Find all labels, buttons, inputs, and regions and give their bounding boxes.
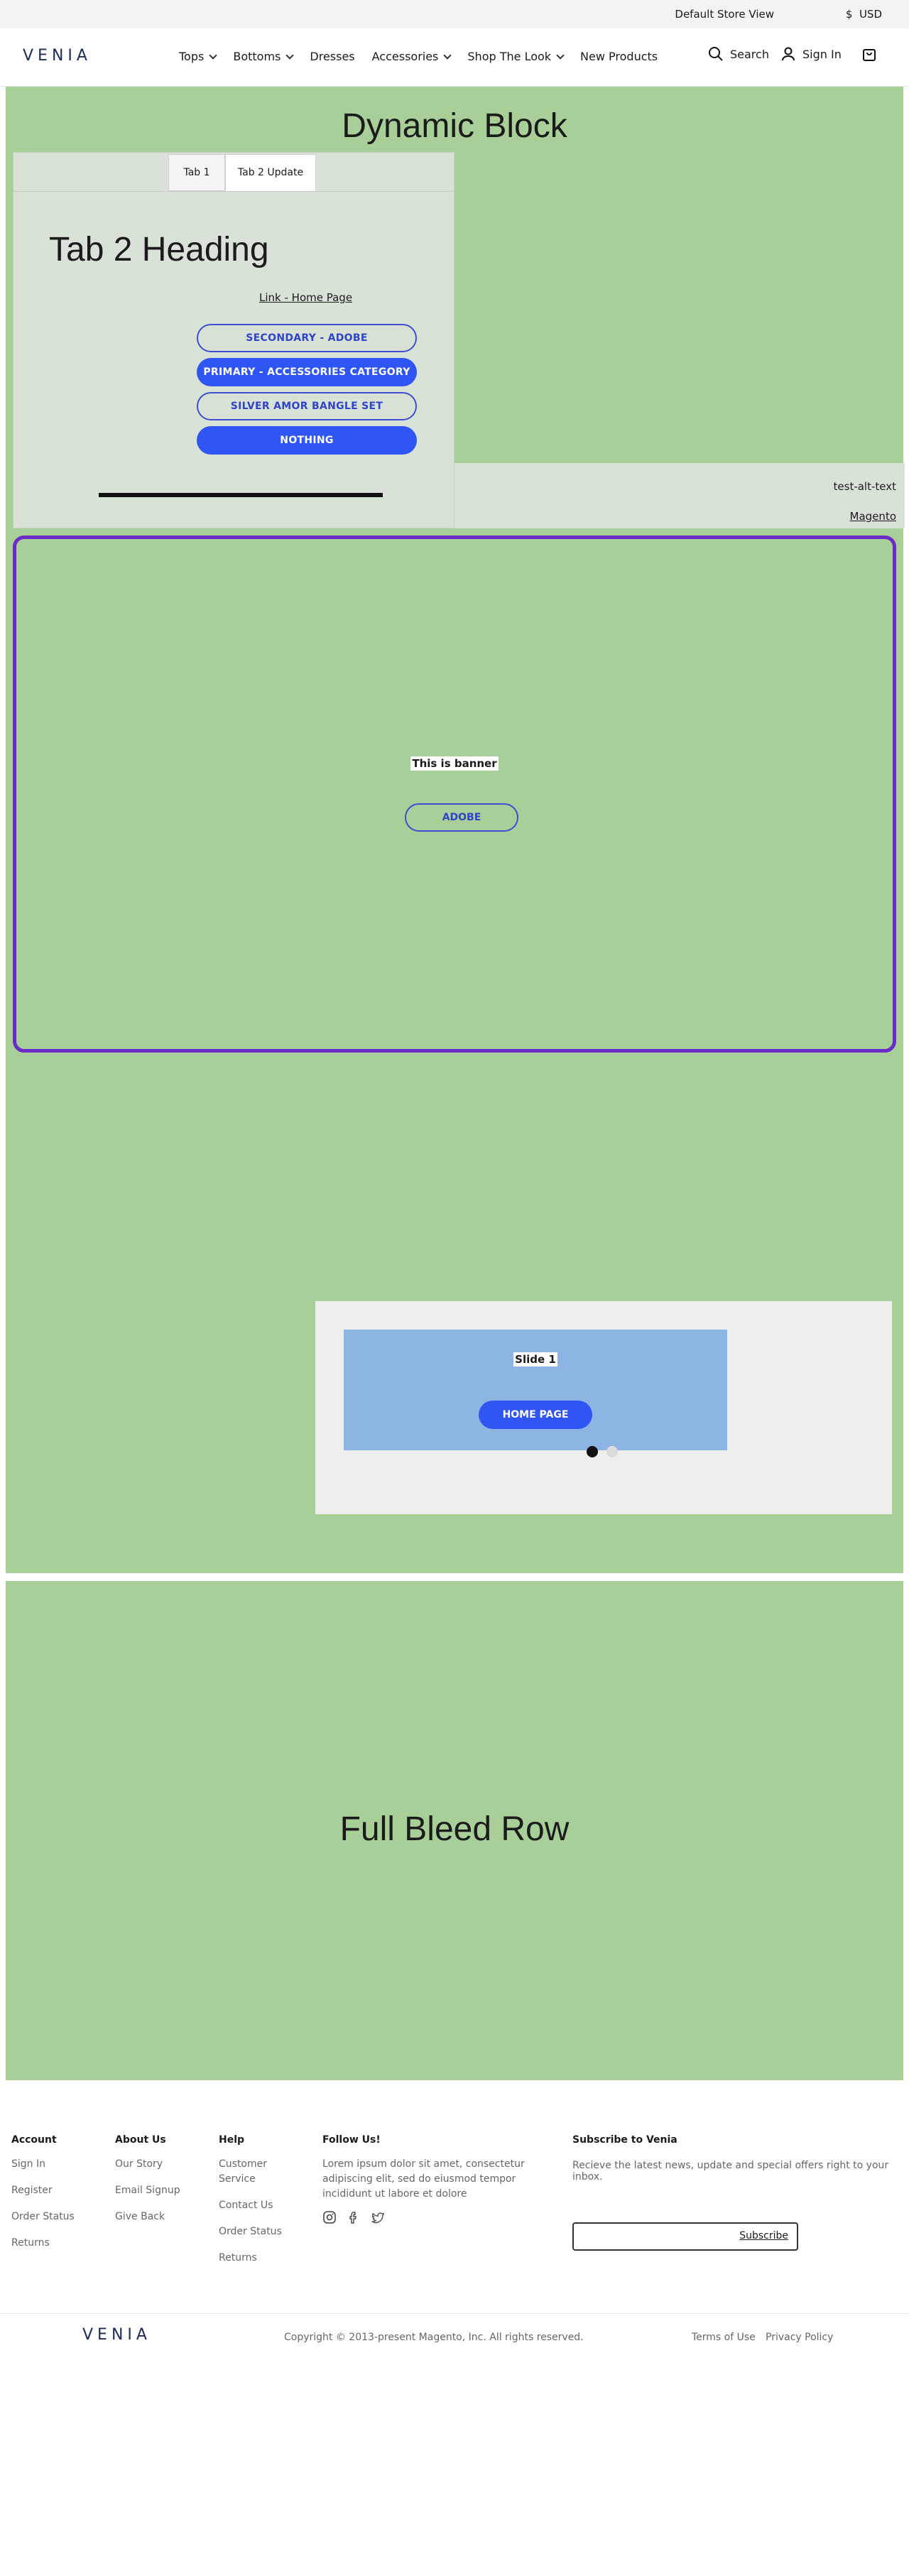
tab-heading: Tab 2 Heading bbox=[49, 231, 269, 268]
currency-symbol: $ bbox=[845, 8, 853, 21]
footer-about: About Us Our Story Email Signup Give Bac… bbox=[115, 2134, 180, 2236]
magento-link[interactable]: Magento bbox=[850, 510, 896, 523]
nav-item-accessories[interactable]: Accessories bbox=[371, 50, 452, 63]
social-links bbox=[322, 2210, 528, 2224]
footer-help: Help Customer Service Contact Us Order S… bbox=[219, 2134, 283, 2277]
footer-link-customer-service[interactable]: Customer Service bbox=[219, 2157, 283, 2187]
footer-logo[interactable]: VENIA bbox=[82, 2326, 151, 2344]
slide-1: Slide 1 HOME PAGE bbox=[344, 1330, 727, 1450]
chevron-down-icon bbox=[443, 50, 452, 60]
currency-switcher[interactable]: $ USD bbox=[846, 8, 882, 21]
top-bar: Default Store View $ USD bbox=[0, 0, 909, 28]
footer-link-email-signup[interactable]: Email Signup bbox=[115, 2183, 180, 2198]
secondary-adobe-button[interactable]: SECONDARY - ADOBE bbox=[197, 324, 417, 352]
venia-logo[interactable]: VENIA bbox=[23, 47, 92, 65]
privacy-link[interactable]: Privacy Policy bbox=[766, 2332, 833, 2343]
chevron-down-icon bbox=[209, 50, 218, 60]
shopping-bag-icon bbox=[863, 49, 876, 61]
footer-link-order-status[interactable]: Order Status bbox=[219, 2224, 283, 2239]
divider bbox=[99, 493, 383, 497]
footer: Account Sign In Register Order Status Re… bbox=[0, 2080, 909, 2576]
nav-label: Dresses bbox=[310, 50, 355, 63]
instagram-icon[interactable] bbox=[322, 2210, 337, 2224]
facebook-icon[interactable] bbox=[347, 2210, 361, 2224]
slide-title-wrap: Slide 1 bbox=[344, 1352, 727, 1366]
footer-heading: Follow Us! bbox=[322, 2134, 381, 2146]
nav-label: Shop The Look bbox=[467, 50, 552, 63]
dynamic-block-title: Dynamic Block bbox=[342, 107, 567, 145]
slide-title: Slide 1 bbox=[513, 1352, 557, 1366]
footer-subscribe: Subscribe to Venia Recieve the latest ne… bbox=[572, 2134, 909, 2183]
dynamic-block-section: Dynamic Block Tab 1 Tab 2 Update Tab 2 H… bbox=[6, 87, 905, 1573]
footer-heading: Help bbox=[219, 2134, 245, 2146]
main-nav: Tops Bottoms Dresses Accessories Shop Th… bbox=[179, 50, 675, 63]
tabs-panel: Tab 1 Tab 2 Update Tab 2 Heading Link - … bbox=[13, 152, 454, 528]
footer-heading: Account bbox=[11, 2134, 57, 2146]
tab-2-update[interactable]: Tab 2 Update bbox=[225, 154, 316, 191]
search-button[interactable]: Search bbox=[707, 45, 769, 63]
footer-heading: About Us bbox=[115, 2134, 166, 2146]
footer-account: Account Sign In Register Order Status Re… bbox=[11, 2134, 75, 2262]
footer-follow: Follow Us! Lorem ipsum dolor sit amet, c… bbox=[322, 2134, 528, 2224]
nav-item-tops[interactable]: Tops bbox=[179, 50, 218, 63]
sign-in-button[interactable]: Sign In bbox=[780, 45, 842, 63]
broken-image-alt: test-alt-text bbox=[833, 480, 896, 493]
subscribe-email-input[interactable]: Subscribe bbox=[572, 2222, 798, 2251]
footer-link-register[interactable]: Register bbox=[11, 2183, 75, 2198]
sign-in-label: Sign In bbox=[802, 47, 842, 61]
image-panel: test-alt-text Magento bbox=[454, 463, 905, 528]
tab-content: Tab 2 Heading Link - Home Page SECONDARY… bbox=[13, 191, 454, 528]
nothing-button[interactable]: NOTHING bbox=[197, 426, 417, 455]
chevron-down-icon bbox=[285, 50, 295, 60]
full-bleed-title: Full Bleed Row bbox=[339, 1810, 570, 1848]
follow-text: Lorem ipsum dolor sit amet, consectetur … bbox=[322, 2158, 525, 2200]
header: VENIA Tops Bottoms Dresses Accessories S… bbox=[0, 28, 909, 87]
banner-text: This is banner bbox=[410, 756, 499, 771]
nav-item-dresses[interactable]: Dresses bbox=[310, 50, 354, 63]
footer-link-returns[interactable]: Returns bbox=[219, 2251, 283, 2266]
user-icon bbox=[782, 47, 795, 61]
footer-link-order-status[interactable]: Order Status bbox=[11, 2210, 75, 2224]
footer-link-our-story[interactable]: Our Story bbox=[115, 2157, 180, 2172]
banner: This is banner ADOBE bbox=[13, 536, 896, 1053]
cart-button[interactable] bbox=[861, 45, 883, 63]
nav-label: New Products bbox=[580, 50, 658, 63]
footer-link-contact-us[interactable]: Contact Us bbox=[219, 2198, 283, 2213]
tab-1[interactable]: Tab 1 bbox=[168, 154, 225, 191]
nav-item-shop-the-look[interactable]: Shop The Look bbox=[467, 50, 565, 63]
silver-amor-bangle-button[interactable]: SILVER AMOR BANGLE SET bbox=[197, 392, 417, 420]
slider-dot-2[interactable] bbox=[606, 1446, 618, 1457]
nav-item-new-products[interactable]: New Products bbox=[580, 50, 658, 63]
subscribe-text: Recieve the latest news, update and spec… bbox=[572, 2160, 889, 2183]
primary-accessories-button[interactable]: PRIMARY - ACCESSORIES CATEGORY bbox=[197, 358, 417, 386]
search-label: Search bbox=[730, 47, 769, 61]
nav-label: Bottoms bbox=[233, 50, 281, 63]
footer-link-sign-in[interactable]: Sign In bbox=[11, 2157, 75, 2172]
search-icon bbox=[709, 47, 723, 61]
slider: Slide 1 HOME PAGE bbox=[315, 1301, 892, 1514]
home-page-button[interactable]: HOME PAGE bbox=[479, 1401, 592, 1429]
store-view-switcher[interactable]: Default Store View bbox=[675, 8, 774, 21]
footer-link-returns[interactable]: Returns bbox=[11, 2236, 75, 2251]
subscribe-button[interactable]: Subscribe bbox=[739, 2230, 788, 2241]
banner-text-wrap: This is banner bbox=[16, 756, 893, 771]
footer-divider bbox=[0, 2313, 909, 2314]
home-page-link[interactable]: Link - Home Page bbox=[259, 291, 352, 304]
nav-item-bottoms[interactable]: Bottoms bbox=[233, 50, 295, 63]
terms-link[interactable]: Terms of Use bbox=[692, 2332, 756, 2343]
full-bleed-row: Full Bleed Row bbox=[6, 1581, 903, 2080]
footer-link-give-back[interactable]: Give Back bbox=[115, 2210, 180, 2224]
twitter-icon[interactable] bbox=[371, 2210, 385, 2224]
nav-label: Accessories bbox=[371, 50, 439, 63]
slider-dot-1[interactable] bbox=[587, 1446, 598, 1457]
adobe-button[interactable]: ADOBE bbox=[405, 803, 518, 832]
copyright: Copyright © 2013-present Magento, Inc. A… bbox=[284, 2332, 584, 2343]
currency-code: USD bbox=[859, 8, 882, 21]
nav-label: Tops bbox=[179, 50, 205, 63]
footer-heading: Subscribe to Venia bbox=[572, 2134, 677, 2146]
chevron-down-icon bbox=[556, 50, 565, 60]
